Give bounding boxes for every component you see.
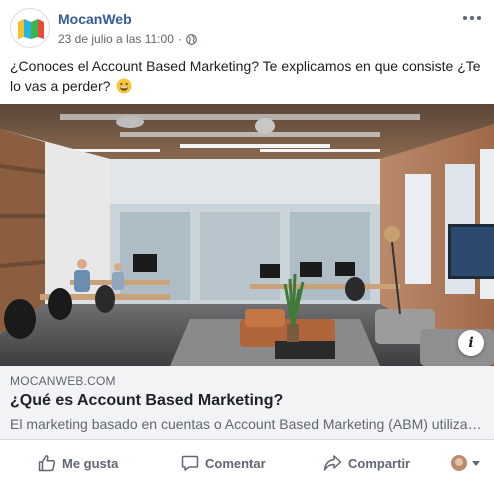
mocanweb-logo-icon	[18, 19, 44, 39]
link-preview-image[interactable]: i	[0, 104, 494, 366]
link-preview-card[interactable]: MOCANWEB.COM ¿Qué es Account Based Marke…	[0, 366, 494, 440]
thumbs-up-icon	[38, 455, 56, 472]
more-options-icon[interactable]	[460, 10, 484, 26]
comment-icon	[181, 455, 199, 471]
link-domain: MOCANWEB.COM	[10, 374, 116, 388]
comment-button[interactable]: Comentar	[181, 448, 266, 478]
page-avatar[interactable]	[10, 8, 50, 48]
post-header: MocanWeb 23 de julio a las 11:00 ·	[10, 8, 484, 52]
comment-label: Comentar	[205, 455, 266, 471]
like-label: Me gusta	[62, 455, 119, 471]
caret-down-icon	[472, 460, 480, 466]
post-timestamp[interactable]: 23 de julio a las 11:00	[58, 32, 174, 46]
post-as-selector[interactable]	[451, 455, 480, 471]
post-meta: 23 de julio a las 11:00 ·	[58, 32, 197, 46]
info-icon[interactable]: i	[458, 330, 484, 356]
share-button[interactable]: Compartir	[323, 448, 410, 478]
grinning-face-emoji-icon	[116, 78, 132, 94]
facebook-post: MocanWeb 23 de julio a las 11:00 · ¿Cono…	[0, 0, 494, 478]
share-arrow-icon	[323, 455, 342, 471]
user-avatar	[451, 455, 467, 471]
office-photo	[0, 104, 494, 366]
page-name-link[interactable]: MocanWeb	[58, 11, 132, 27]
meta-separator: ·	[177, 32, 182, 46]
share-label: Compartir	[348, 455, 411, 471]
like-button[interactable]: Me gusta	[38, 448, 118, 478]
globe-icon[interactable]	[186, 33, 197, 45]
link-description: El marketing basado en cuentas o Account…	[10, 416, 482, 432]
post-actions-bar: Me gusta Comentar Compartir	[0, 448, 494, 478]
post-text: ¿Conoces el Account Based Marketing? Te …	[10, 56, 484, 96]
link-title[interactable]: ¿Qué es Account Based Marketing?	[10, 392, 283, 410]
post-message: ¿Conoces el Account Based Marketing? Te …	[10, 58, 481, 94]
